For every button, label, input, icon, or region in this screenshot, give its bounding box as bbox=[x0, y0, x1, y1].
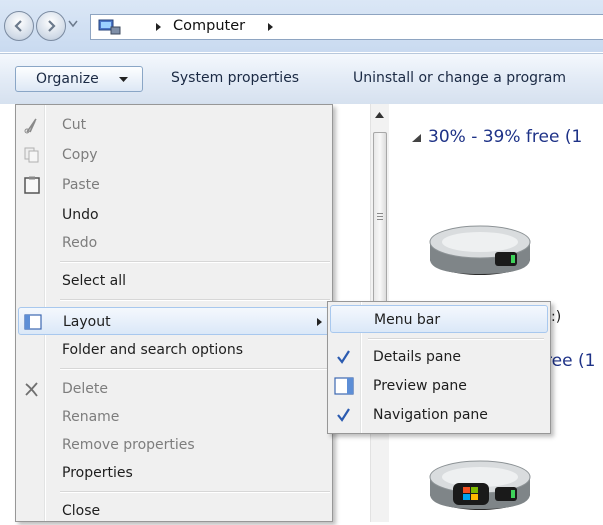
menu-item-label: Properties bbox=[62, 465, 133, 481]
menu-item-cut[interactable]: Cut bbox=[16, 111, 332, 139]
organize-label: Organize bbox=[36, 71, 99, 87]
menu-item-select-all[interactable]: Select all bbox=[16, 267, 332, 295]
menu-separator bbox=[60, 261, 330, 263]
clipboard-icon bbox=[24, 176, 40, 194]
menu-item-remove-properties[interactable]: Remove properties bbox=[16, 431, 332, 459]
grip-icon bbox=[377, 213, 383, 222]
system-properties-button[interactable]: System properties bbox=[171, 66, 299, 92]
forward-arrow-icon bbox=[48, 20, 56, 32]
menu-item-delete[interactable]: Delete bbox=[16, 375, 332, 403]
preview-pane-icon bbox=[334, 377, 354, 395]
breadcrumb-computer[interactable]: Computer bbox=[173, 18, 245, 34]
scroll-up-arrow-icon[interactable] bbox=[375, 112, 384, 118]
copy-icon bbox=[24, 147, 39, 163]
checkmark-icon bbox=[337, 350, 350, 364]
menu-item-label: Layout bbox=[63, 314, 111, 330]
menu-item-properties[interactable]: Properties bbox=[16, 459, 332, 487]
hard-drive-icon[interactable] bbox=[425, 214, 535, 284]
layout-submenu: Menu bar Details pane Preview pane Navig… bbox=[327, 301, 551, 434]
uninstall-program-button[interactable]: Uninstall or change a program bbox=[353, 66, 566, 92]
submenu-item-details-pane[interactable]: Details pane bbox=[328, 343, 550, 371]
menu-separator bbox=[60, 368, 330, 370]
drive-group-header[interactable]: 30% - 39% free (1 bbox=[412, 127, 582, 147]
back-arrow-icon bbox=[14, 20, 22, 32]
menu-item-close[interactable]: Close bbox=[16, 497, 332, 525]
menu-item-paste[interactable]: Paste bbox=[16, 171, 332, 199]
submenu-arrow-icon bbox=[317, 318, 322, 326]
submenu-item-label: Preview pane bbox=[373, 378, 467, 394]
menu-item-label: Redo bbox=[62, 235, 98, 251]
scissors-icon bbox=[24, 118, 37, 134]
breadcrumb-chevron-icon[interactable] bbox=[267, 22, 275, 32]
command-bar: Organize System properties Uninstall or … bbox=[0, 53, 603, 104]
windows-drive-icon[interactable] bbox=[425, 449, 535, 519]
menu-item-label: Delete bbox=[62, 381, 108, 397]
menu-item-label: Folder and search options bbox=[62, 342, 244, 358]
menu-item-label: Remove properties bbox=[62, 437, 195, 453]
delete-x-icon bbox=[25, 382, 38, 397]
menu-item-folder-options[interactable]: Folder and search options bbox=[16, 336, 332, 364]
menu-item-label: Paste bbox=[62, 177, 100, 193]
address-box[interactable]: Computer bbox=[90, 14, 603, 40]
menu-item-label: Undo bbox=[62, 207, 99, 223]
menu-item-label: Rename bbox=[62, 409, 120, 425]
breadcrumb-chevron-icon[interactable] bbox=[155, 22, 163, 32]
submenu-item-label: Navigation pane bbox=[373, 407, 488, 423]
menu-separator bbox=[368, 338, 544, 340]
drive-label-fragment: :) bbox=[551, 309, 562, 325]
organize-menu: Cut Copy Paste Undo Redo Select all Layo… bbox=[15, 104, 333, 522]
submenu-item-label: Details pane bbox=[373, 349, 461, 365]
menu-separator bbox=[60, 491, 330, 493]
submenu-item-label: Menu bar bbox=[374, 312, 441, 328]
menu-item-label: Cut bbox=[62, 117, 87, 133]
forward-button[interactable] bbox=[36, 11, 66, 41]
group-header-label: 30% - 39% free (1 bbox=[428, 127, 583, 147]
back-button[interactable] bbox=[4, 11, 34, 41]
layout-icon bbox=[24, 314, 42, 330]
menu-separator bbox=[60, 299, 330, 301]
menu-item-label: Close bbox=[62, 503, 101, 519]
menu-item-rename[interactable]: Rename bbox=[16, 403, 332, 431]
computer-icon bbox=[98, 19, 121, 35]
organize-button[interactable]: Organize bbox=[15, 66, 143, 92]
address-bar-area: Computer bbox=[0, 0, 603, 52]
second-drive-free-fragment: ree (1 bbox=[545, 351, 596, 371]
menu-item-copy[interactable]: Copy bbox=[16, 141, 332, 169]
menu-item-label: Copy bbox=[62, 147, 98, 163]
submenu-item-navigation-pane[interactable]: Navigation pane bbox=[328, 401, 550, 429]
menu-item-redo[interactable]: Redo bbox=[16, 229, 332, 257]
checkmark-icon bbox=[337, 408, 350, 422]
menu-item-layout[interactable]: Layout bbox=[18, 307, 330, 335]
menu-item-undo[interactable]: Undo bbox=[16, 201, 332, 229]
submenu-item-preview-pane[interactable]: Preview pane bbox=[328, 372, 550, 400]
submenu-item-menu-bar[interactable]: Menu bar bbox=[330, 305, 548, 333]
recent-pages-dropdown-icon[interactable] bbox=[68, 20, 78, 28]
chevron-down-icon bbox=[119, 77, 128, 82]
menu-item-label: Select all bbox=[62, 273, 126, 289]
